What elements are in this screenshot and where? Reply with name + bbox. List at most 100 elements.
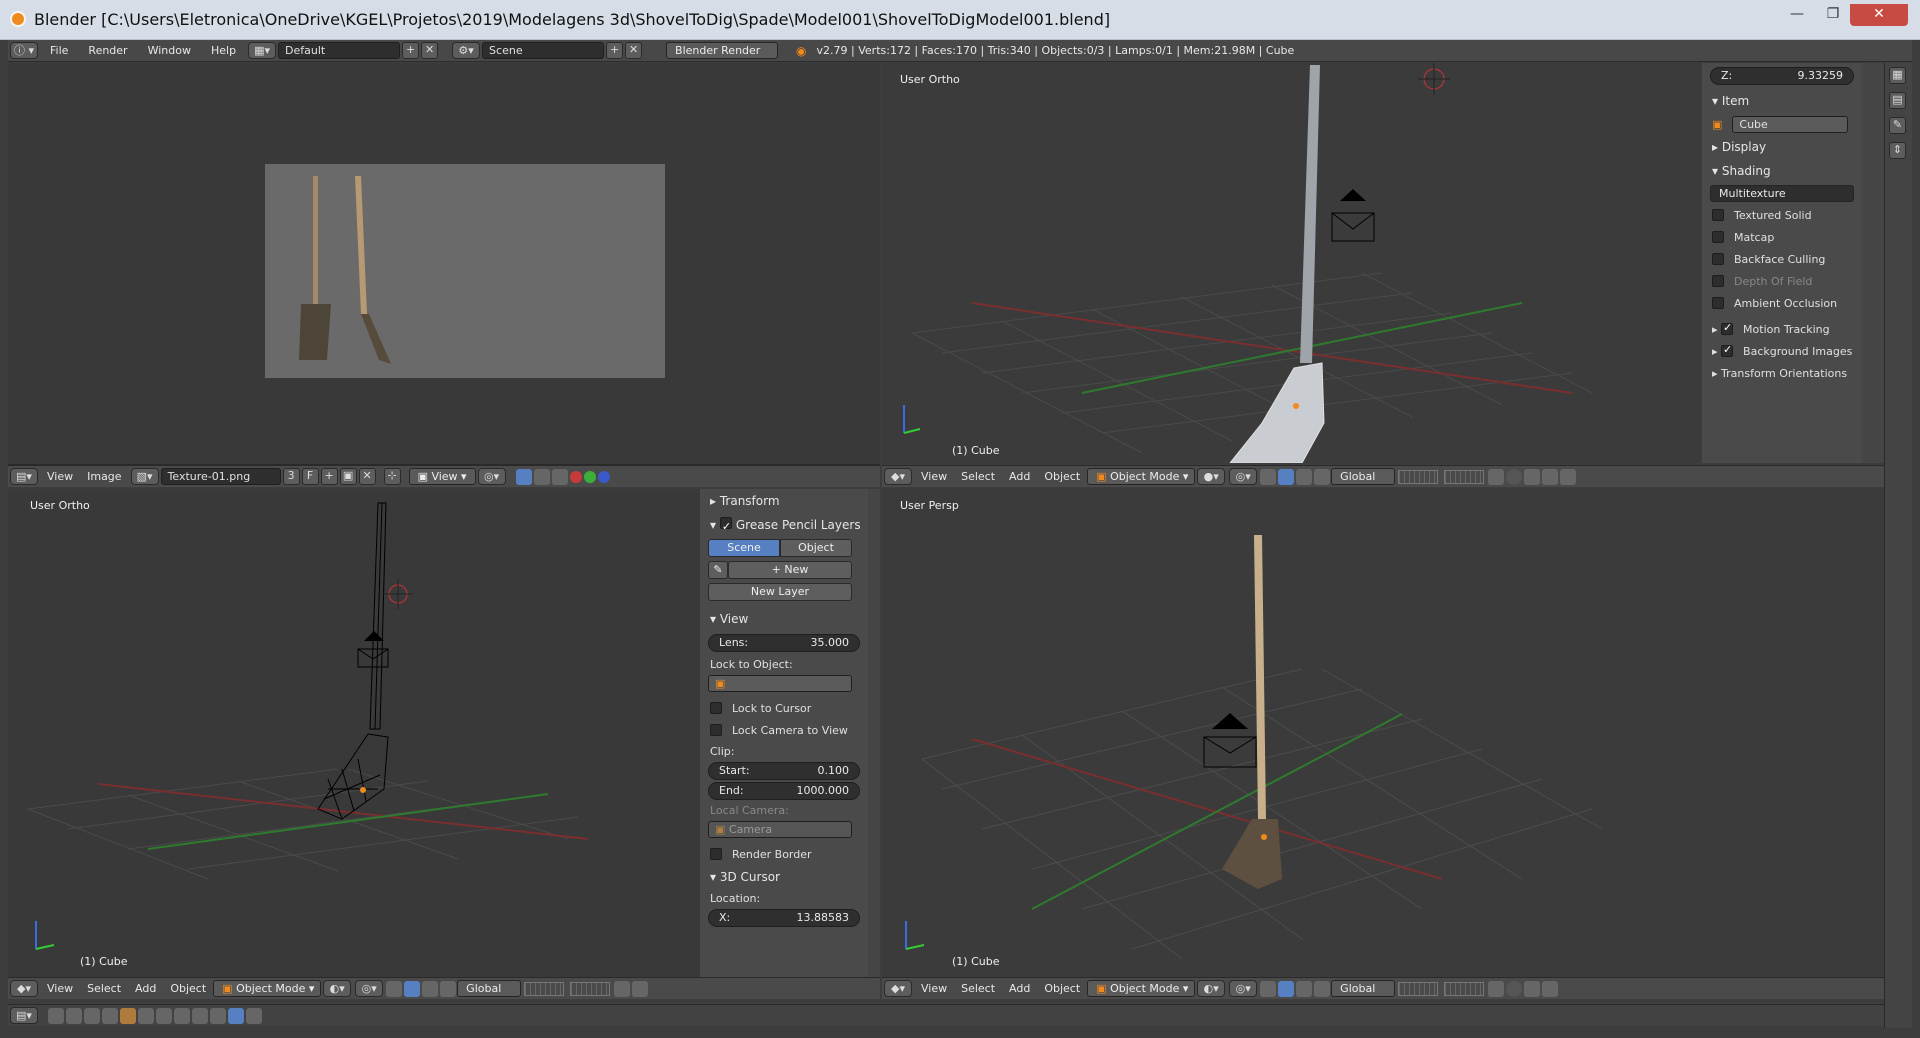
menu-view[interactable]: View (47, 470, 73, 483)
scale-icon[interactable] (1314, 980, 1331, 997)
close-button[interactable]: ✕ (1850, 4, 1908, 26)
snap-icon[interactable] (1524, 468, 1541, 485)
cursor3d-section[interactable]: ▾ 3D Cursor (700, 865, 868, 889)
cursor-x-field[interactable]: X: 13.88583 (708, 909, 860, 927)
menu-window[interactable]: Window (148, 44, 191, 57)
lock-layer-icon[interactable] (1488, 980, 1505, 997)
panel-scrollbar[interactable] (868, 489, 880, 977)
tool-icon-6[interactable] (138, 1007, 154, 1024)
lock-layer-icon[interactable] (1488, 468, 1505, 485)
tab-icon-1[interactable]: ▦ (1889, 67, 1906, 84)
scale-icon[interactable] (440, 980, 457, 997)
menu-help[interactable]: Help (211, 44, 236, 57)
menu-add[interactable]: Add (1009, 470, 1030, 483)
rotate-icon[interactable] (1296, 980, 1313, 997)
image-browse-icon[interactable]: ▧▾ (130, 468, 159, 485)
tool-icon-11[interactable] (228, 1007, 244, 1024)
item-section[interactable]: ▾ Item (1702, 89, 1862, 113)
pivot-icon[interactable]: ◎▾ (1229, 980, 1258, 997)
render-icon[interactable] (1560, 468, 1577, 485)
editor-type-icon[interactable]: ▤▾ (10, 1007, 38, 1024)
display-section[interactable]: ▸ Display (1702, 135, 1862, 159)
clip-start-field[interactable]: Start: 0.100 (708, 762, 860, 780)
menu-select[interactable]: Select (87, 982, 121, 995)
layers-icon-2[interactable] (570, 981, 611, 996)
add-scene-icon[interactable]: + (606, 42, 624, 59)
remove-layout-icon[interactable]: ✕ (421, 42, 439, 59)
pencil-icon[interactable]: ✎ (708, 561, 728, 579)
snap-icon[interactable] (1524, 980, 1541, 997)
tool-icon-4[interactable] (102, 1007, 118, 1024)
item-name-field[interactable]: Cube (1732, 115, 1849, 133)
menu-view[interactable]: View (47, 982, 73, 995)
menu-object[interactable]: Object (1044, 982, 1080, 995)
motion-tracking-row[interactable]: ▸ Motion Tracking (1702, 318, 1862, 340)
grease-pencil-checkbox[interactable] (719, 515, 732, 539)
edge-select-icon[interactable] (551, 468, 568, 485)
tab-icon-2[interactable]: ▤ (1889, 92, 1906, 109)
menu-file[interactable]: File (50, 44, 68, 57)
tab-icon-3[interactable]: ✎ (1889, 117, 1906, 134)
transform-orientations-row[interactable]: ▸ Transform Orientations (1702, 362, 1862, 384)
tab-scene[interactable]: Scene (708, 539, 780, 557)
orientation-dropdown[interactable]: Global (1331, 980, 1396, 997)
manipulator-icon[interactable] (386, 980, 403, 997)
shading-section[interactable]: ▾ Shading (1702, 159, 1862, 183)
new-grease-button[interactable]: + New (728, 561, 852, 579)
editor-type-image-icon[interactable]: ▤▾ (10, 468, 38, 485)
fake-user-button[interactable]: F (301, 468, 319, 485)
translate-icon[interactable] (404, 980, 421, 997)
lock-camera-row[interactable]: Lock Camera to View (700, 719, 868, 741)
tool-icon-2[interactable] (66, 1007, 82, 1024)
pin-icon[interactable]: ⊹ (383, 468, 401, 485)
tab-object[interactable]: Object (780, 539, 852, 557)
scene-field[interactable]: Scene (482, 42, 605, 59)
render-icon[interactable] (1542, 980, 1559, 997)
shading-icon[interactable]: ●▾ (1197, 468, 1226, 485)
tool-icon-7[interactable] (156, 1007, 172, 1024)
pivot-icon[interactable]: ◎▾ (1229, 468, 1258, 485)
add-layout-icon[interactable]: + (402, 42, 420, 59)
matcap-row[interactable]: Matcap (1702, 226, 1862, 248)
mode-dropdown[interactable]: ▣ Object Mode ▾ (1087, 468, 1196, 485)
translate-icon[interactable] (1278, 468, 1295, 485)
manipulator-icon[interactable] (1260, 468, 1277, 485)
red-channel-icon[interactable] (569, 470, 582, 483)
view-mode-dropdown[interactable]: ▣ View ▾ (408, 468, 476, 485)
remove-scene-icon[interactable]: ✕ (625, 42, 643, 59)
menu-select[interactable]: Select (961, 982, 995, 995)
vertex-select-icon[interactable] (533, 468, 550, 485)
viewport-bottom-right[interactable]: User Persp (1) Cube (882, 489, 1884, 977)
shading-mode-dropdown[interactable]: Multitexture (1710, 185, 1854, 202)
lock-cursor-checkbox[interactable] (710, 702, 722, 714)
z-location-field[interactable]: Z: 9.33259 (1710, 67, 1854, 85)
layers-icon-2[interactable] (1444, 981, 1485, 996)
minimize-button[interactable]: — (1780, 4, 1814, 26)
unlink-image-icon[interactable]: ✕ (358, 468, 376, 485)
pivot-icon[interactable]: ◎▾ (477, 468, 506, 485)
motion-tracking-checkbox[interactable] (1721, 321, 1734, 335)
transform-section[interactable]: ▸ Transform (700, 489, 868, 513)
menu-select[interactable]: Select (961, 470, 995, 483)
tool-icon-8[interactable] (174, 1007, 190, 1024)
snap-icon[interactable] (632, 980, 649, 997)
tool-icon-3[interactable] (84, 1007, 100, 1024)
mode-dropdown[interactable]: ▣ Object Mode ▾ (1087, 980, 1196, 997)
backface-culling-row[interactable]: Backface Culling (1702, 248, 1862, 270)
ambient-occlusion-checkbox[interactable] (1712, 297, 1724, 309)
menu-add[interactable]: Add (1009, 982, 1030, 995)
pivot-icon[interactable]: ◎▾ (355, 980, 384, 997)
shading-icon[interactable]: ◐▾ (1197, 980, 1226, 997)
grease-pencil-section[interactable]: ▾ Grease Pencil Layers (700, 513, 868, 539)
rotate-icon[interactable] (422, 980, 439, 997)
lock-layer-icon[interactable] (614, 980, 631, 997)
menu-image[interactable]: Image (87, 470, 121, 483)
menu-object[interactable]: Object (170, 982, 206, 995)
proportional-icon[interactable] (1506, 468, 1523, 485)
tool-icon-5[interactable] (120, 1007, 136, 1024)
render-engine-dropdown[interactable]: Blender Render (666, 42, 779, 59)
editor-type-info-icon[interactable]: ⓘ ▾ (10, 42, 38, 59)
mode-dropdown[interactable]: ▣ Object Mode ▾ (213, 980, 322, 997)
backface-culling-checkbox[interactable] (1712, 253, 1724, 265)
translate-icon[interactable] (1278, 980, 1295, 997)
